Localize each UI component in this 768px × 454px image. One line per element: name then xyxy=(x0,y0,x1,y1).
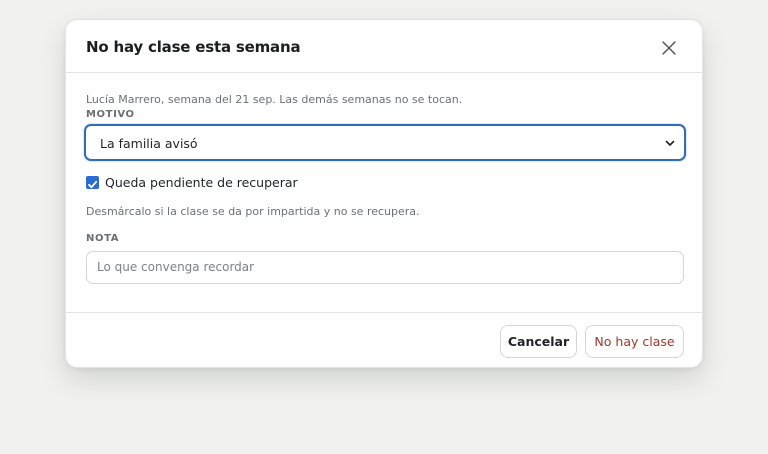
pending-checkbox[interactable] xyxy=(86,176,99,189)
dialog-subtitle: Lucía Marrero, semana del 21 sep. Las de… xyxy=(86,93,463,106)
nota-placeholder: Lo que convenga recordar xyxy=(97,260,255,274)
confirm-no-class-button[interactable]: No hay clase xyxy=(585,325,684,358)
footer-divider xyxy=(66,312,702,313)
no-class-dialog: No hay clase esta semana Lucía Marrero, … xyxy=(65,19,703,368)
close-icon xyxy=(662,41,676,55)
motivo-select[interactable]: La familia avisó xyxy=(84,124,686,161)
motivo-selected-value: La familia avisó xyxy=(100,136,198,151)
chevron-down-icon xyxy=(665,140,675,146)
checkmark-icon xyxy=(88,180,98,189)
nota-input[interactable]: Lo que convenga recordar xyxy=(86,251,684,284)
motivo-label: MOTIVO xyxy=(86,109,135,120)
pending-hint: Desmárcalo si la clase se da por imparti… xyxy=(86,205,420,218)
pending-checkbox-label[interactable]: Queda pendiente de recuperar xyxy=(105,175,298,190)
cancel-button[interactable]: Cancelar xyxy=(500,325,577,358)
close-button[interactable] xyxy=(658,37,680,59)
dialog-title: No hay clase esta semana xyxy=(86,38,301,56)
dialog-header: No hay clase esta semana xyxy=(66,20,702,73)
nota-label: NOTA xyxy=(86,233,120,244)
